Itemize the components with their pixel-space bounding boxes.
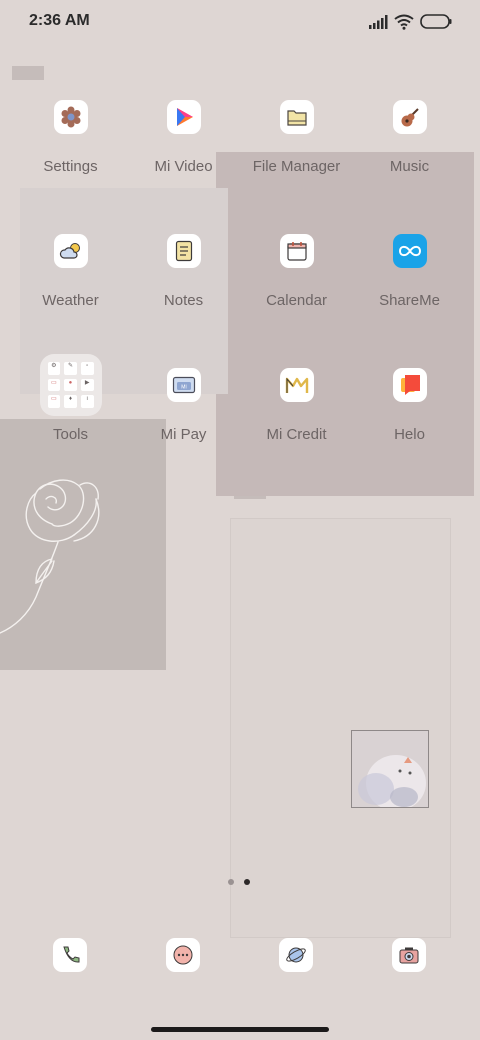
dock [0,938,480,978]
app-shareme[interactable]: ShareMe [353,234,466,309]
app-music[interactable]: Music [353,100,466,175]
phone-icon[interactable] [53,938,87,972]
notes-icon [166,234,201,268]
status-icons [368,12,452,32]
weather-icon [53,234,88,268]
camera-icon[interactable] [392,938,426,972]
tools-folder-icon: ⚙ ✎ ▫ ▭ ● ▶ ▭ ♦ ı [39,354,102,416]
app-mi-pay[interactable]: MI Mi Pay [127,368,240,443]
photo-thumbnail[interactable] [351,730,429,808]
mi-credit-icon [279,368,314,402]
app-file-manager[interactable]: File Manager [240,100,353,175]
app-weather[interactable]: Weather [14,234,127,309]
settings-icon [53,100,88,134]
rose-widget[interactable] [0,419,166,670]
calendar-icon [279,234,314,268]
app-label: Mi Pay [160,426,207,443]
app-label: Helo [394,426,425,443]
shareme-icon [392,234,427,268]
helo-icon [392,368,427,402]
music-icon [392,100,427,134]
widget-tag [12,66,44,80]
widget-panel-right [216,152,474,496]
app-settings[interactable]: Settings [14,100,127,175]
app-tools-folder[interactable]: ⚙ ✎ ▫ ▭ ● ▶ ▭ ♦ ı Tools [14,354,127,443]
app-label: Settings [43,158,98,175]
wifi-icon [394,14,414,30]
photo-widget-panel[interactable] [230,518,451,938]
page-dot-2-active[interactable] [244,879,250,885]
home-gesture-bar[interactable] [151,1027,329,1032]
app-label: Calendar [266,292,327,309]
app-label: Notes [163,292,204,309]
app-label: Mi Video [154,158,213,175]
battery-icon [420,14,452,29]
app-label: Tools [52,426,89,443]
app-notes[interactable]: Notes [127,234,240,309]
mi-pay-icon: MI [166,368,201,402]
app-helo[interactable]: Helo [353,368,466,443]
app-calendar[interactable]: Calendar [240,234,353,309]
app-mi-video[interactable]: Mi Video [127,100,240,175]
app-label: Weather [42,292,99,309]
app-label: Mi Credit [266,426,327,443]
page-indicator[interactable] [228,879,250,885]
messages-icon[interactable] [166,938,200,972]
status-time: 2:36 AM [29,12,90,29]
browser-icon[interactable] [279,938,313,972]
app-label: ShareMe [379,292,440,309]
page-dot-1[interactable] [228,879,234,885]
widget-bar [234,496,266,499]
svg-text:MI: MI [181,385,187,391]
signal-icon [369,15,388,29]
app-label: File Manager [252,158,341,175]
cartoon-character-image [352,731,428,807]
rose-icon [0,479,100,634]
app-mi-credit[interactable]: Mi Credit [240,368,353,443]
file-manager-icon [279,100,314,134]
app-label: Music [389,158,430,175]
mi-video-icon [166,100,201,134]
